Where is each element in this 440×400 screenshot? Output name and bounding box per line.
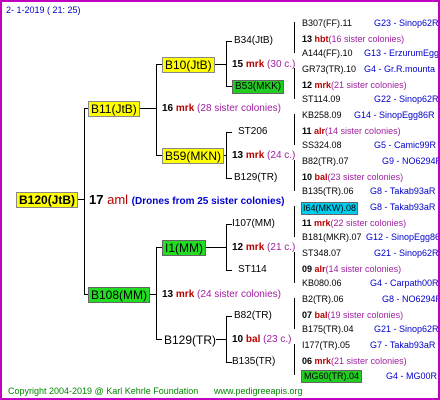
gen4-drone-info: 13 hbt(16 sister colonies) — [302, 34, 405, 44]
root-drone-info: 17 aml (Drones from 25 sister colonies) — [89, 192, 285, 209]
gen1-queen-b108[interactable]: B108(MM) — [88, 287, 151, 303]
gen4-origin: G4 - MG00R — [386, 371, 438, 381]
gen4-queen[interactable]: B307(FF).11 — [302, 18, 352, 29]
root-queen[interactable]: B120(JtB) — [16, 192, 79, 208]
connector — [226, 132, 227, 178]
connector — [226, 224, 227, 270]
gen4-queen[interactable]: GR73(TR).10 — [302, 64, 356, 75]
gen4-queen[interactable]: ST114.09 — [302, 94, 340, 105]
gen2-drone-info: 12 mrk (21 c.) — [232, 242, 296, 253]
connector — [294, 206, 295, 237]
gen4-origin: G13 - ErzurumEgg8 — [364, 48, 440, 58]
connector — [156, 64, 157, 155]
connector — [294, 22, 295, 53]
gen2-queen-b129[interactable]: B129(TR) — [164, 333, 216, 347]
site-link[interactable]: www.pedigreeapis.org — [214, 386, 303, 396]
gen4-drone-info: 12 mrk(21 sister colonies) — [302, 80, 407, 90]
gen1-drone-info: 16 mrk (28 sister colonies) — [162, 103, 281, 114]
gen4-queen[interactable]: B181(MKR).07 — [302, 232, 362, 243]
gen4-origin: G12 - SinopEgg86R — [366, 232, 440, 242]
gen4-queen[interactable]: SS324.08 — [302, 140, 342, 151]
gen4-origin: G7 - Takab93aR — [370, 340, 436, 350]
gen4-queen[interactable]: I64(MKW).08 — [301, 202, 359, 215]
connector — [294, 298, 295, 329]
gen4-drone-info: 07 bal(19 sister colonies) — [302, 310, 404, 320]
connector — [294, 344, 295, 375]
connector — [294, 114, 295, 145]
gen4-origin: G9 - NO6294R — [382, 156, 440, 166]
root-mark: aml — [107, 192, 129, 207]
gen4-origin: G14 - SinopEgg86R — [354, 110, 435, 120]
gen2-drone-info: 13 mrk (24 c.) — [232, 150, 296, 161]
gen4-queen[interactable]: I177(TR).05 — [302, 340, 350, 351]
gen3-queen[interactable]: I107(MM) — [232, 218, 275, 230]
gen4-origin: G22 - Sinop62R — [374, 94, 439, 104]
gen4-drone-info: 11 mrk(22 sister colonies) — [302, 218, 407, 228]
pedigree-panel: 2- 1-2019 ( 21: 25) B120(JtB) 17 aml (Dr… — [0, 0, 440, 400]
gen3-queen[interactable]: B135(TR) — [232, 356, 275, 368]
gen4-queen[interactable]: MG60(TR).04 — [301, 370, 363, 383]
gen4-drone-info: 09 alr(14 sister colonies) — [302, 264, 402, 274]
gen2-queen-i1[interactable]: I1(MM) — [162, 240, 206, 256]
connector — [140, 108, 156, 109]
gen4-origin: G8 - NO6294R — [382, 294, 440, 304]
gen2-drone-info: 15 mrk (30 c.) — [232, 59, 296, 70]
gen2-queen-b10[interactable]: B10(JtB) — [162, 57, 215, 73]
gen4-queen[interactable]: B2(TR).06 — [302, 294, 344, 305]
gen4-origin: G5 - Camic99R — [374, 140, 437, 150]
connector — [294, 160, 295, 191]
connector — [226, 41, 232, 42]
gen4-queen[interactable]: B175(TR).04 — [302, 324, 354, 335]
connector — [226, 316, 227, 362]
gen4-queen[interactable]: A144(FF).10 — [302, 48, 353, 59]
connector — [224, 155, 226, 156]
gen3-queen[interactable]: B82(TR) — [234, 310, 272, 322]
gen4-origin: G21 - Sinop62R — [374, 248, 439, 258]
copyright: Copyright 2004-2019 @ Karl Kehrle Founda… — [8, 386, 199, 396]
gen3-queen[interactable]: ST114 — [238, 264, 267, 276]
gen4-queen[interactable]: ST348.07 — [302, 248, 341, 259]
connector — [84, 108, 85, 294]
gen4-origin: G4 - Gr.R.mounta — [364, 64, 436, 74]
connector — [156, 247, 157, 339]
connector — [226, 270, 232, 271]
gen4-origin: G4 - Carpath00R — [370, 278, 439, 288]
gen2-queen-b59[interactable]: B59(MKN) — [162, 148, 225, 164]
root-note: (Drones from 25 sister colonies) — [131, 196, 285, 207]
gen3-queen[interactable]: ST206 — [238, 126, 267, 138]
connector — [226, 132, 232, 133]
gen1-queen-b11[interactable]: B11(JtB) — [88, 101, 140, 117]
connector — [226, 316, 232, 317]
gen4-queen[interactable]: KB258.09 — [302, 110, 342, 121]
connector — [156, 339, 162, 340]
gen4-origin: G8 - Takab93aR — [370, 202, 436, 212]
connector — [226, 41, 227, 86]
gen4-queen[interactable]: B135(TR).06 — [302, 186, 354, 197]
connector — [150, 294, 156, 295]
connector — [294, 68, 295, 99]
gen3-queen[interactable]: B34(JtB) — [234, 35, 273, 47]
gen4-origin: G21 - Sinop62R — [374, 324, 439, 334]
connector — [226, 178, 232, 179]
gen4-origin: G23 - Sinop62R — [374, 18, 439, 28]
connector — [214, 64, 226, 65]
gen3-queen[interactable]: B53(MKK) — [232, 80, 285, 94]
gen3-queen[interactable]: B129(TR) — [234, 172, 277, 184]
root-count: 17 — [89, 192, 104, 207]
connector — [294, 252, 295, 283]
gen4-origin: G8 - Takab93aR — [370, 186, 436, 196]
gen1-drone-info: 13 mrk (24 sister colonies) — [162, 289, 281, 300]
date-stamp: 2- 1-2019 ( 21: 25) — [6, 5, 81, 15]
gen4-queen[interactable]: B82(TR).07 — [302, 156, 349, 167]
gen4-drone-info: 11 alr(14 sister colonies) — [302, 126, 401, 136]
gen2-drone-info: 10 bal (23 c.) — [232, 334, 292, 345]
gen4-drone-info: 06 mrk(21 sister colonies) — [302, 356, 407, 366]
gen4-drone-info: 10 bal(23 sister colonies) — [302, 172, 404, 182]
gen4-queen[interactable]: KB080.06 — [302, 278, 342, 289]
connector — [216, 339, 226, 340]
